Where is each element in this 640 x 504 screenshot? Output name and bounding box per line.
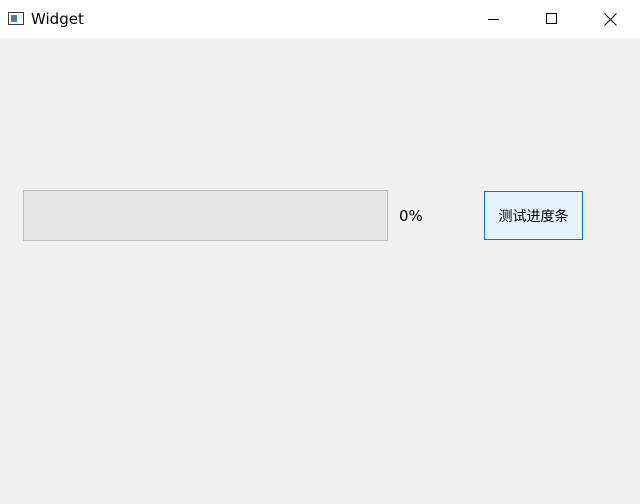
close-button[interactable]	[587, 0, 633, 38]
progress-percent-label: 0%	[399, 207, 423, 225]
widget-window: Widget 0% 测试进度条	[0, 0, 640, 504]
minimize-icon	[488, 19, 499, 20]
close-icon	[603, 12, 617, 26]
maximize-icon	[546, 13, 557, 24]
window-title: Widget	[31, 10, 84, 28]
test-progress-button[interactable]: 测试进度条	[484, 191, 583, 240]
app-window-icon	[8, 12, 24, 25]
progress-bar	[23, 190, 388, 241]
title-bar[interactable]: Widget	[0, 0, 640, 38]
maximize-button[interactable]	[529, 0, 575, 38]
minimize-button[interactable]	[471, 0, 517, 38]
